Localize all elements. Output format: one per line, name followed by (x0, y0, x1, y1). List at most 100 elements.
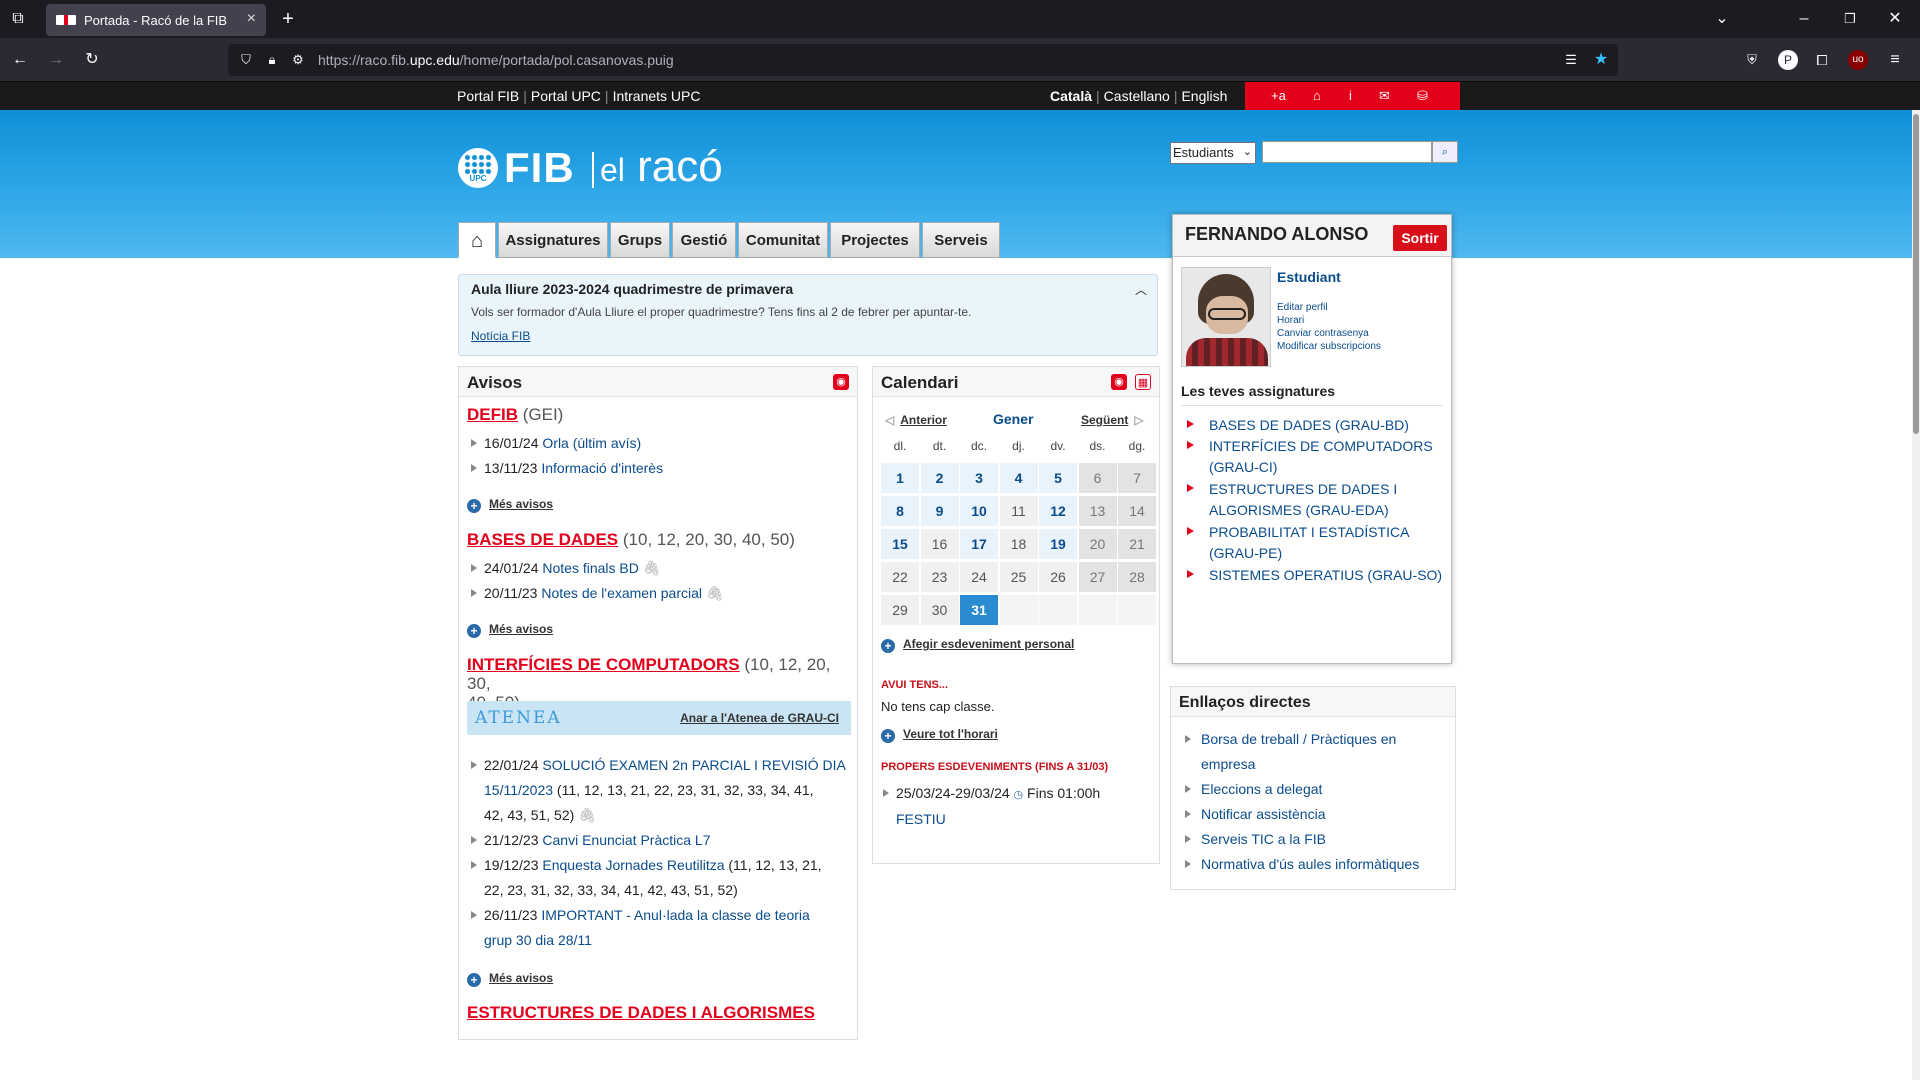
calendar-day[interactable]: 13 (1078, 496, 1117, 526)
tab-projectes[interactable]: Projectes (830, 222, 920, 258)
close-window-icon[interactable]: ✕ (1885, 9, 1905, 29)
calendar-day[interactable]: 15 (881, 529, 919, 559)
mes-avisos-link[interactable]: + Més avisos (467, 971, 553, 987)
new-tab-icon[interactable]: + (278, 9, 298, 29)
calendar-day[interactable]: 18 (999, 529, 1038, 559)
direct-link[interactable]: Notificar assistència (1185, 802, 1451, 827)
subject-link[interactable]: BASES DE DADES (GRAU-BD) (1187, 415, 1445, 436)
calendar-day[interactable]: 11 (999, 496, 1038, 526)
calendar-day[interactable]: 3 (960, 463, 998, 493)
lang-castellano[interactable]: Castellano (1104, 88, 1170, 104)
back-icon[interactable]: ← (10, 50, 30, 70)
notice-link[interactable]: Notícia FIB (471, 329, 530, 343)
calendar-day[interactable]: 19 (1039, 529, 1077, 559)
tab-assignatures[interactable]: Assignatures (498, 222, 608, 258)
search-scope-select[interactable]: Estudiants ⌄ (1170, 142, 1256, 164)
page-scrollbar[interactable] (1912, 110, 1920, 1080)
rss-icon[interactable]: ◉ (1111, 374, 1127, 390)
direct-link[interactable]: Normativa d'ús aules informàtiques (1185, 852, 1451, 877)
tab-grups[interactable]: Grups (610, 222, 670, 258)
calendar-day[interactable]: 6 (1078, 463, 1117, 493)
calendar-day[interactable]: 7 (1118, 463, 1156, 493)
bookmark-star-icon[interactable]: ★ (1592, 50, 1610, 70)
calendar-day-today[interactable]: 31 (960, 595, 998, 625)
calendar-day[interactable]: 10 (960, 496, 998, 526)
calendar-day[interactable]: 27 (1078, 562, 1117, 592)
upc-logo[interactable]: UPC (458, 148, 498, 188)
info-icon[interactable]: i (1349, 88, 1352, 103)
mail-icon[interactable]: ✉ (1379, 88, 1390, 104)
mes-avisos-link[interactable]: + Més avisos (467, 497, 553, 513)
calendar-day[interactable]: 22 (881, 562, 919, 592)
fib-logo[interactable]: FIB (504, 144, 575, 192)
url-bar[interactable]: ⛉ 🔒︎ ⚙ https://raco.fib.upc.edu/home/por… (228, 44, 1618, 76)
browser-tab[interactable]: Portada - Racó de la FIB × (46, 4, 266, 36)
sitemap-icon[interactable]: ⛁ (1417, 88, 1428, 104)
portal-fib-link[interactable]: Portal FIB (457, 88, 519, 104)
search-button[interactable]: ⌕ (1432, 141, 1458, 163)
atenea-link[interactable]: Anar a l'Atenea de GRAU-CI (680, 711, 839, 725)
calendar-day[interactable]: 21 (1118, 529, 1156, 559)
calendar-day[interactable]: 5 (1039, 463, 1077, 493)
close-tab-icon[interactable]: × (247, 10, 256, 28)
lang-english[interactable]: English (1181, 88, 1227, 104)
calendar-day[interactable]: 25 (999, 562, 1038, 592)
calendar-day[interactable]: 12 (1039, 496, 1077, 526)
direct-link[interactable]: Eleccions a delegat (1185, 777, 1451, 802)
reader-mode-icon[interactable]: ☰ (1562, 50, 1580, 70)
calendar-day[interactable]: 17 (960, 529, 998, 559)
calendar-day[interactable]: 30 (920, 595, 959, 625)
subject-link[interactable]: SISTEMES OPERATIUS (GRAU-SO) (1187, 565, 1445, 586)
calendar-day[interactable]: 4 (999, 463, 1038, 493)
next-month-link[interactable]: Següent ▷ (1081, 413, 1144, 427)
calendar-day[interactable]: 23 (920, 562, 959, 592)
tab-serveis[interactable]: Serveis (922, 222, 1000, 258)
collapse-chevron-icon[interactable]: ︿ (1135, 281, 1147, 298)
permissions-icon[interactable]: ⚙ (290, 50, 306, 70)
calendar-day[interactable]: 24 (960, 562, 998, 592)
lock-icon[interactable]: 🔒︎ (264, 50, 280, 70)
edit-profile-link[interactable]: Editar perfil (1277, 301, 1381, 314)
extensions-icon[interactable]: ⧠ (1812, 50, 1832, 70)
ublock-icon[interactable]: uo (1848, 50, 1868, 70)
forward-icon[interactable]: → (46, 50, 66, 70)
shield-icon[interactable]: ⛉ (238, 50, 254, 70)
subscriptions-link[interactable]: Modificar subscripcions (1277, 340, 1381, 353)
restore-icon[interactable]: ❐ (1840, 9, 1860, 29)
intranets-upc-link[interactable]: Intranets UPC (613, 88, 701, 104)
calendar-day[interactable]: 20 (1078, 529, 1117, 559)
calendar-day[interactable]: 9 (920, 496, 959, 526)
direct-link[interactable]: Borsa de treball / Pràctiques en empresa (1185, 727, 1451, 777)
tab-home[interactable]: ⌂ (458, 222, 496, 258)
calendar-icon[interactable]: ▦ (1135, 374, 1151, 390)
reload-icon[interactable]: ↻ (82, 50, 102, 70)
change-password-link[interactable]: Canviar contrasenya (1277, 327, 1381, 340)
schedule-link[interactable]: Horari (1277, 314, 1381, 327)
mes-avisos-link[interactable]: + Més avisos (467, 622, 553, 638)
tab-comunitat[interactable]: Comunitat (738, 222, 828, 258)
account-icon[interactable]: P (1778, 50, 1798, 70)
subject-link[interactable]: INTERFÍCIES DE COMPUTADORS (GRAU-CI) (1187, 436, 1445, 478)
calendar-day[interactable]: 14 (1118, 496, 1156, 526)
calendar-day[interactable]: 29 (881, 595, 919, 625)
calendar-day[interactable]: 28 (1118, 562, 1156, 592)
pocket-icon[interactable]: ⛨ (1742, 50, 1762, 70)
calendar-day[interactable]: 2 (920, 463, 959, 493)
accessibility-icon[interactable]: +a (1271, 88, 1286, 103)
full-schedule-link[interactable]: + Veure tot l'horari (881, 727, 998, 743)
rss-icon[interactable]: ◉ (833, 374, 849, 390)
calendar-day[interactable]: 26 (1039, 562, 1077, 592)
tab-gestio[interactable]: Gestió (672, 222, 736, 258)
home-icon[interactable]: ⌂ (1313, 88, 1321, 103)
portal-upc-link[interactable]: Portal UPC (531, 88, 601, 104)
calendar-day[interactable]: 8 (881, 496, 919, 526)
prev-month-link[interactable]: ◁ Anterior (885, 413, 947, 427)
minimize-icon[interactable]: – (1794, 9, 1814, 29)
search-input[interactable] (1262, 141, 1432, 163)
list-tabs-icon[interactable]: ⌄ (1712, 9, 1732, 29)
raco-logo[interactable]: el racó (600, 142, 723, 192)
direct-link[interactable]: Serveis TIC a la FIB (1185, 827, 1451, 852)
subject-link[interactable]: PROBABILITAT I ESTADÍSTICA (GRAU-PE) (1187, 522, 1445, 564)
calendar-day[interactable]: 16 (920, 529, 959, 559)
menu-icon[interactable]: ≡ (1885, 50, 1905, 70)
